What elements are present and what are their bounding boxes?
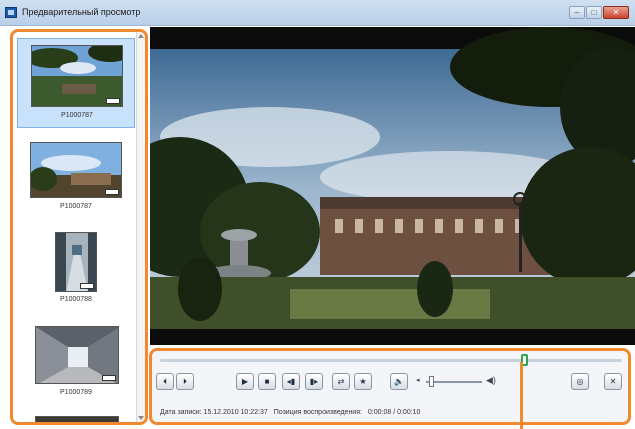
video-badge-icon (106, 98, 120, 104)
video-badge-icon (102, 375, 116, 381)
stop-button[interactable]: ■ (258, 373, 276, 390)
play-button[interactable]: ▶ (236, 373, 254, 390)
thumbnail-item[interactable]: P1000787 (17, 136, 135, 226)
thumbnail-item[interactable]: P1000787 (17, 38, 135, 128)
scroll-down-icon[interactable] (138, 416, 144, 420)
thumbnail-sidebar: P1000787 P1000787 P1000788 P1000789 (10, 29, 148, 425)
thumbnail-image (30, 142, 122, 198)
thumbnail-item[interactable]: P1000788 (17, 228, 135, 318)
thumbnail-label: P1000787 (60, 203, 92, 210)
previous-file-button[interactable]: ⏴ (156, 373, 174, 390)
record-date: Дата записи: 15.12.2010 10:22:37 (160, 409, 268, 416)
thumbnail-label: P1000789 (60, 389, 92, 396)
thumbnail-label: P1000787 (61, 112, 93, 119)
snapshot-button[interactable]: ◎ (571, 373, 589, 390)
position-label: Позиция воспроизведения: (273, 409, 362, 416)
thumbnail-image (35, 416, 119, 422)
thumbnail-label: P1000788 (60, 296, 92, 303)
thumbnail-item[interactable]: P1000789 (17, 320, 135, 410)
thumbnail-image (31, 45, 123, 107)
window-title: Предварительный просмотр (22, 7, 141, 17)
minimize-button[interactable]: – (569, 6, 585, 19)
video-preview[interactable] (150, 27, 635, 345)
position-value: 0:00:08 / 0:00:10 (367, 409, 421, 416)
close-window-button[interactable]: ✕ (603, 6, 629, 19)
callout-line (520, 362, 523, 429)
playback-controls: ⏴ ⏵ ▶ ■ ◂▮ ▮▸ ⇄ ★ 🔈 ◂ ◀) ◎ ✕ Дата записи… (149, 348, 631, 425)
repeat-button[interactable]: ⇄ (332, 373, 350, 390)
volume-slider[interactable] (426, 381, 482, 383)
sidebar-scrollbar[interactable] (136, 32, 145, 422)
thumbnail-item-partial[interactable] (17, 412, 135, 422)
video-badge-icon (80, 283, 94, 289)
volume-high-icon: ◀) (486, 375, 496, 385)
thumbnail-image (55, 232, 97, 292)
scroll-up-icon[interactable] (138, 34, 144, 38)
seek-bar[interactable] (160, 359, 622, 362)
volume-handle[interactable] (428, 376, 434, 387)
maximize-button[interactable]: □ (586, 6, 602, 19)
app-icon (5, 7, 17, 18)
next-file-button[interactable]: ⏵ (176, 373, 194, 390)
title-bar: Предварительный просмотр – □ ✕ (0, 0, 635, 26)
preview-window: Предварительный просмотр – □ ✕ P1000787 (0, 0, 635, 429)
thumbnail-image (35, 326, 119, 384)
mute-button[interactable]: 🔈 (390, 373, 408, 390)
favorite-star-icon[interactable]: ★ (354, 373, 372, 390)
step-forward-button[interactable]: ▮▸ (305, 373, 323, 390)
info-line: Дата записи: 15.12.2010 10:22:37 Позиция… (160, 409, 424, 416)
video-badge-icon (105, 189, 119, 195)
volume-low-icon: ◂ (416, 377, 420, 384)
close-preview-button[interactable]: ✕ (604, 373, 622, 390)
step-back-button[interactable]: ◂▮ (282, 373, 300, 390)
